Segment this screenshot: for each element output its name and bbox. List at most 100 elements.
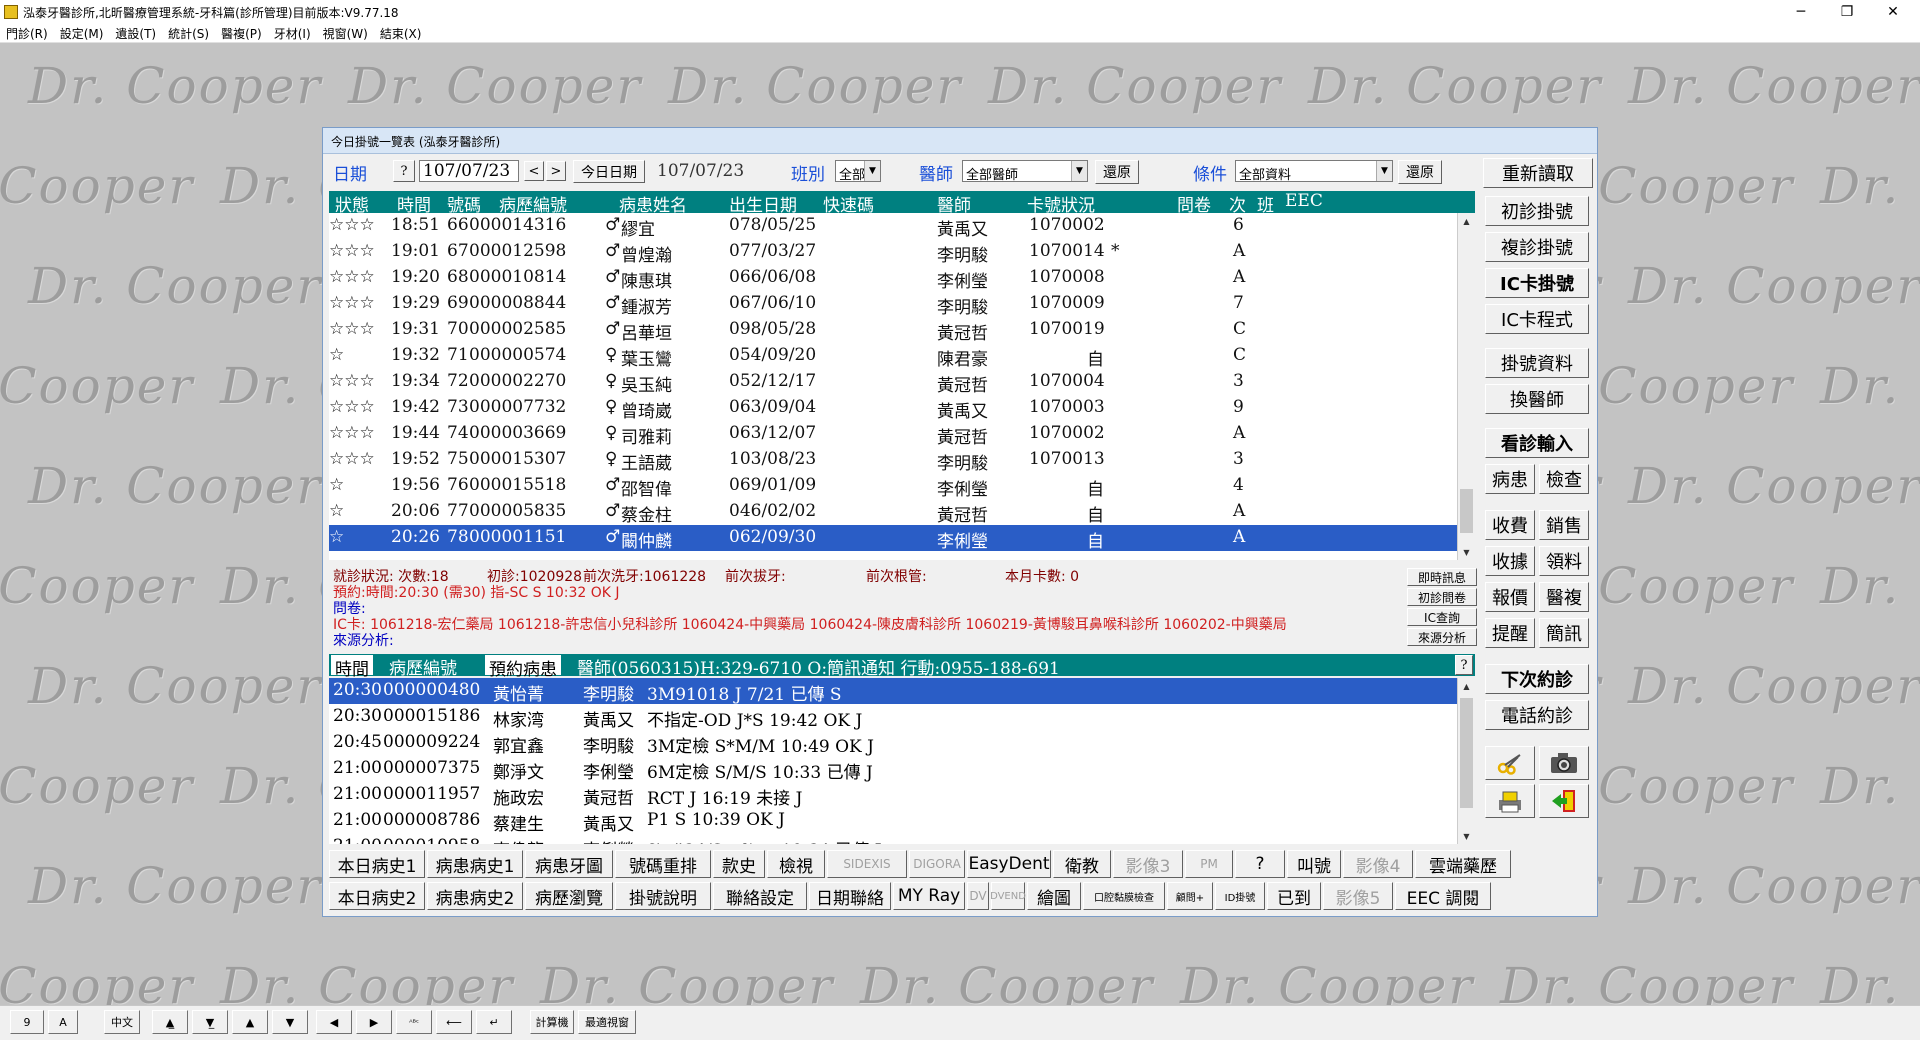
table-row[interactable]: ☆ 20:06 77 000005835 ♂ 蔡金柱 046/02/02 黃冠哲 自 A bbox=[329, 499, 1475, 526]
font-size-button[interactable]: 9 bbox=[10, 1010, 44, 1034]
table-row[interactable]: ☆☆☆ 19:29 69 000008844 ♂ 鍾淑芳 067/06/10 李明駿 10700… bbox=[329, 291, 1475, 318]
scroll-up-icon[interactable]: ▲ bbox=[1458, 678, 1475, 694]
page-bottom-icon[interactable]: ▼̲ bbox=[192, 1010, 228, 1034]
exit-icon[interactable] bbox=[1539, 784, 1589, 818]
appt-help-button[interactable]: ? bbox=[1455, 655, 1473, 675]
bottom1-button-4[interactable]: 號碼重排 bbox=[615, 850, 711, 878]
next-appointment-button[interactable]: 下次約診 bbox=[1485, 664, 1589, 694]
minimize-button[interactable]: ─ bbox=[1778, 0, 1824, 24]
supply-button[interactable]: 領料 bbox=[1539, 546, 1589, 576]
input-a-button[interactable]: A bbox=[48, 1010, 78, 1034]
table-row[interactable]: ☆☆☆ 19:52 75 000015307 ♀ 王語葳 103/08/23 李明駿 10700… bbox=[329, 447, 1475, 474]
bottom2-button-7[interactable]: MY Ray bbox=[893, 882, 965, 910]
bottom1-button-2[interactable]: 病患病史1 bbox=[427, 850, 523, 878]
enter-icon[interactable]: ↵ bbox=[476, 1010, 512, 1034]
arrow-down-icon[interactable]: ▼ bbox=[272, 1010, 308, 1034]
table-row[interactable]: ☆☆☆ 19:42 73 000007732 ♀ 曾琦崴 063/09/04 黃禹又 10700… bbox=[329, 395, 1475, 422]
bottom2-button-6[interactable]: 日期聯絡 bbox=[809, 882, 891, 910]
bottom1-button-10[interactable]: 衛教 bbox=[1053, 850, 1111, 878]
charge-button[interactable]: 收費 bbox=[1485, 510, 1535, 540]
fit-window-button[interactable]: 最適視窗 bbox=[578, 1010, 636, 1034]
table-row[interactable]: ☆☆☆ 19:31 70 000002585 ♂ 呂華垣 098/05/28 黃冠哲 10700… bbox=[329, 317, 1475, 344]
ic-query-button[interactable]: IC查詢 bbox=[1407, 608, 1477, 626]
condition-select[interactable]: 全部資料 ▼ bbox=[1235, 160, 1393, 182]
menu-item[interactable]: 牙材(I) bbox=[268, 25, 317, 42]
scroll-down-icon[interactable]: ▼ bbox=[1458, 544, 1475, 560]
date-help-button[interactable]: ? bbox=[393, 160, 415, 182]
tab-time[interactable]: 時間 bbox=[331, 655, 373, 680]
bottom2-button-10[interactable]: 繪圖 bbox=[1027, 882, 1081, 910]
table-row[interactable]: ☆ 20:26 78 000001151 ♂ 闞仲麟 062/09/30 李俐瑩 自 A bbox=[329, 525, 1475, 552]
table-row[interactable]: ☆☆☆ 19:01 67 000012598 ♂ 曾煌瀚 077/03/27 李明駿 10700… bbox=[329, 239, 1475, 266]
change-doctor-button[interactable]: 換醫師 bbox=[1485, 384, 1589, 414]
exam-input-button[interactable]: 看診輸入 bbox=[1485, 428, 1589, 458]
bottom2-button-14[interactable]: 已到 bbox=[1267, 882, 1321, 910]
appt-scrollbar[interactable]: ▲ ▼ bbox=[1457, 678, 1475, 844]
scroll-down-icon[interactable]: ▼ bbox=[1458, 828, 1475, 844]
sms-button[interactable]: 簡訊 bbox=[1539, 618, 1589, 648]
shift-select[interactable]: 全部 ▼ bbox=[835, 160, 881, 182]
restore-condition-button[interactable]: 還原 bbox=[1398, 160, 1442, 184]
table-row[interactable]: ☆☆☆ 19:20 68 000010814 ♂ 陳惠琪 066/06/08 李俐瑩 10700… bbox=[329, 265, 1475, 292]
first-visit-survey-button[interactable]: 初診問卷 bbox=[1407, 588, 1477, 606]
page-top-icon[interactable]: ▲̲ bbox=[152, 1010, 188, 1034]
bottom2-button-13[interactable]: ID掛號 bbox=[1215, 882, 1265, 910]
table-row[interactable]: ☆ 19:32 71 000000574 ♀ 葉玉鸞 054/09/20 陳君豪 自 C bbox=[329, 343, 1475, 370]
menu-item[interactable]: 結束(X) bbox=[374, 25, 428, 42]
arrow-right-icon[interactable]: ▶ bbox=[356, 1010, 392, 1034]
tab-chart[interactable]: 病歷編號 bbox=[389, 654, 457, 679]
list-item[interactable]: 21:00 000007375 鄭淨文 李俐瑩 6M定檢 S/M/S 10:33 已傳 … bbox=[329, 756, 1475, 783]
table-row[interactable]: ☆ 19:56 76 000015518 ♂ 邵智偉 069/01/09 李俐瑩 自 4 bbox=[329, 473, 1475, 500]
bottom1-button-13[interactable]: ? bbox=[1235, 850, 1285, 878]
source-analysis-button[interactable]: 來源分析 bbox=[1407, 628, 1477, 646]
restore-doctor-button[interactable]: 還原 bbox=[1095, 160, 1139, 184]
instant-message-button[interactable]: 即時訊息 bbox=[1407, 568, 1477, 586]
restore-button[interactable]: ❐ bbox=[1824, 0, 1870, 24]
menu-item[interactable]: 遺設(T) bbox=[109, 25, 162, 42]
bottom2-button-12[interactable]: 顧問+ bbox=[1167, 882, 1213, 910]
bottom2-button-9[interactable]: DVEND bbox=[990, 882, 1026, 910]
return-registration-button[interactable]: 複診掛號 bbox=[1485, 232, 1589, 262]
ic-card-program-button[interactable]: IC卡程式 bbox=[1485, 304, 1589, 334]
receipt-button[interactable]: 收據 bbox=[1485, 546, 1535, 576]
bottom1-button-1[interactable]: 本日病史1 bbox=[329, 850, 425, 878]
table-row[interactable]: ☆☆☆ 19:44 74 000003669 ♀ 司雅莉 063/12/07 黃冠哲 10700… bbox=[329, 421, 1475, 448]
scroll-thumb[interactable] bbox=[1460, 698, 1473, 808]
bottom1-button-15[interactable]: 影像4 bbox=[1343, 850, 1413, 878]
bottom1-button-5[interactable]: 款史 bbox=[713, 850, 765, 878]
bottom2-button-15[interactable]: 影像5 bbox=[1323, 882, 1393, 910]
bottom2-button-1[interactable]: 本日病史2 bbox=[329, 882, 425, 910]
bottom1-button-14[interactable]: 叫號 bbox=[1287, 850, 1341, 878]
scissors-icon[interactable] bbox=[1485, 746, 1535, 780]
list-item[interactable]: 21:00000010958 李偉龍 李俐瑩 f/u#24/Scaling 10:34… bbox=[329, 834, 1475, 844]
bottom1-button-8[interactable]: DIGORA bbox=[909, 850, 965, 878]
arrow-up-icon[interactable]: ▲ bbox=[232, 1010, 268, 1034]
bottom2-button-8[interactable]: DV bbox=[967, 882, 989, 910]
quote-button[interactable]: 報價 bbox=[1485, 582, 1535, 612]
sales-button[interactable]: 銷售 bbox=[1539, 510, 1589, 540]
menu-item[interactable]: 視窗(W) bbox=[317, 25, 374, 42]
next-date-button[interactable]: > bbox=[546, 161, 566, 181]
repeat-button[interactable]: 醫複 bbox=[1539, 582, 1589, 612]
scroll-thumb[interactable] bbox=[1460, 489, 1473, 533]
registration-data-button[interactable]: 掛號資料 bbox=[1485, 348, 1589, 378]
bottom1-button-3[interactable]: 病患牙圖 bbox=[525, 850, 613, 878]
check-button[interactable]: 檢查 bbox=[1539, 464, 1589, 494]
table-row[interactable]: ☆☆☆ 19:34 72 000002270 ♀ 吳玉純 052/12/17 黃冠哲 10700… bbox=[329, 369, 1475, 396]
abc-icon[interactable]: ᴬᴮᶜ bbox=[396, 1010, 432, 1034]
scroll-up-icon[interactable]: ▲ bbox=[1458, 213, 1475, 229]
list-item[interactable]: 20:30 000000480 黃怡菁 李明駿 3M91018 J 7/21 已傳 S bbox=[329, 678, 1475, 705]
bottom1-button-6[interactable]: 檢視 bbox=[767, 850, 825, 878]
doctor-select[interactable]: 全部醫師 ▼ bbox=[962, 160, 1088, 182]
menu-item[interactable]: 統計(S) bbox=[162, 25, 215, 42]
bottom2-button-11[interactable]: 口腔黏膜檢查 bbox=[1083, 882, 1165, 910]
date-input[interactable]: 107/07/23 bbox=[419, 160, 519, 182]
list-item[interactable]: 20:45 000009224 郭宜鑫 李明駿 3M定檢 S*M/M 10:49 OK … bbox=[329, 730, 1475, 757]
menu-item[interactable]: 醫複(P) bbox=[215, 25, 268, 42]
bottom2-button-16[interactable]: EEC 調閱 bbox=[1395, 882, 1491, 910]
bottom1-button-11[interactable]: 影像3 bbox=[1113, 850, 1183, 878]
printer-icon[interactable] bbox=[1485, 784, 1535, 818]
reload-button[interactable]: 重新讀取 bbox=[1483, 158, 1593, 188]
list-item[interactable]: 20:30 000015186 林家湾 黃禹又 不指定-OD J*S 19:42 OK … bbox=[329, 704, 1475, 731]
col-eec[interactable]: EEC bbox=[1285, 191, 1323, 211]
